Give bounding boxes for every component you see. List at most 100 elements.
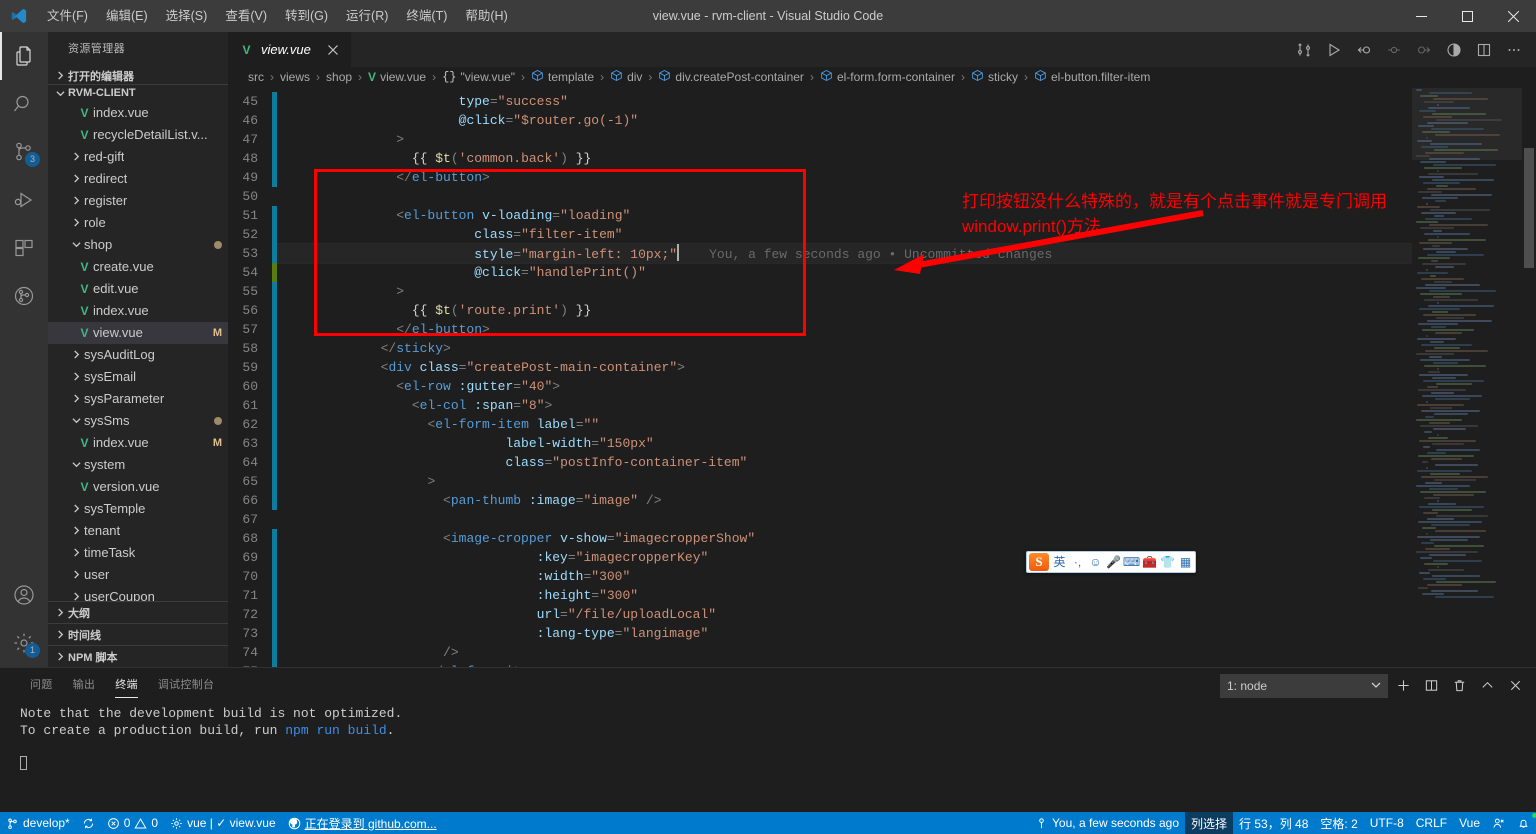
file-tree[interactable]: Vindex.vue VrecycleDetailList.v... red-gif…	[48, 102, 228, 601]
status-encoding[interactable]: UTF-8	[1364, 812, 1410, 834]
terminal-output[interactable]: Note that the development build is not o…	[0, 703, 1536, 812]
activity-account[interactable]	[0, 571, 48, 619]
close-icon[interactable]	[325, 42, 341, 58]
tree-item[interactable]: sysAuditLog	[48, 344, 228, 366]
code-line[interactable]: />	[277, 643, 1412, 662]
split-editor-icon[interactable]	[1470, 35, 1498, 65]
code-line[interactable]: </el-button>	[277, 168, 1412, 187]
code-line[interactable]: style="margin-left: 10px;" You, a few sec…	[277, 242, 1412, 264]
code-line[interactable]: <el-form-item label=""	[277, 415, 1412, 434]
activity-source-control[interactable]: 3	[0, 128, 48, 176]
status-notifications[interactable]	[1511, 812, 1536, 834]
code-line[interactable]: {{ $t('route.print') }}	[277, 301, 1412, 320]
status-problems[interactable]: 0 0	[101, 812, 164, 834]
ime-emoji-icon[interactable]: ☺	[1088, 555, 1103, 569]
code-line[interactable]: {{ $t('common.back') }}	[277, 149, 1412, 168]
tree-item[interactable]: Vindex.vue M	[48, 432, 228, 454]
activity-gitlens[interactable]	[0, 272, 48, 320]
menu-go[interactable]: 转到(G)	[276, 0, 337, 32]
ime-toolbar[interactable]: S 英 ·, ☺ 🎤 ⌨ 🧰 👕 ▦	[1026, 550, 1196, 573]
code-line[interactable]: <image-cropper v-show="imagecropperShow"	[277, 529, 1412, 548]
ime-keyboard-icon[interactable]: ⌨	[1123, 555, 1140, 569]
status-language-mode[interactable]: Vue	[1453, 812, 1486, 834]
status-eslint[interactable]: vue | ✓ view.vue	[164, 812, 282, 834]
code-line[interactable]: </el-form-item>	[277, 662, 1412, 667]
tree-item[interactable]: Vversion.vue	[48, 476, 228, 498]
section-npm-scripts[interactable]: NPM 脚本	[48, 645, 228, 667]
go-current-icon[interactable]	[1380, 35, 1408, 65]
tree-item[interactable]: redirect	[48, 168, 228, 190]
code-line[interactable]: </sticky>	[277, 339, 1412, 358]
tree-item[interactable]: sysTemple	[48, 498, 228, 520]
tab-output[interactable]: 输出	[63, 668, 106, 703]
activity-explorer[interactable]	[0, 32, 48, 80]
editor-vertical-scrollbar[interactable]	[1522, 87, 1536, 667]
section-timeline[interactable]: 时间线	[48, 623, 228, 645]
breadcrumb-item[interactable]: sticky	[969, 69, 1020, 85]
sogou-logo-icon[interactable]: S	[1029, 552, 1049, 571]
ime-menu-icon[interactable]: ▦	[1178, 555, 1193, 569]
ime-punct-icon[interactable]: ·,	[1070, 555, 1085, 569]
tree-item[interactable]: sysParameter	[48, 388, 228, 410]
code-editor[interactable]: 45 46 47 48 49 50 51 52 53 54 55 56 57 58 59 60 61 62 63 64…	[228, 87, 1536, 667]
tab-view-vue[interactable]: V view.vue	[228, 32, 352, 67]
tree-item[interactable]: VrecycleDetailList.v...	[48, 124, 228, 146]
ime-voice-icon[interactable]: 🎤	[1106, 555, 1121, 569]
activity-run-debug[interactable]	[0, 176, 48, 224]
tree-item[interactable]: Vindex.vue	[48, 300, 228, 322]
code-line[interactable]: >	[277, 130, 1412, 149]
code-line[interactable]: label-width="150px"	[277, 434, 1412, 453]
code-line[interactable]: class="filter-item"	[277, 225, 1412, 244]
split-terminal-icon[interactable]	[1418, 673, 1444, 699]
code-line[interactable]: class="postInfo-container-item"	[277, 453, 1412, 472]
code-line[interactable]: :height="300"	[277, 586, 1412, 605]
menu-bar[interactable]: 文件(F) 编辑(E) 选择(S) 查看(V) 转到(G) 运行(R) 终端(T…	[38, 0, 517, 32]
tree-item[interactable]: role	[48, 212, 228, 234]
run-play-icon[interactable]	[1320, 35, 1348, 65]
code-line[interactable]: <el-col :span="8">	[277, 396, 1412, 415]
minimize-button[interactable]	[1398, 0, 1444, 32]
code-line[interactable]: @click="$router.go(-1)"	[277, 111, 1412, 130]
breadcrumb-item[interactable]: div	[608, 69, 644, 85]
breadcrumb-item[interactable]: views	[278, 70, 312, 84]
status-line-column[interactable]: 行 53，列 48	[1233, 812, 1314, 834]
close-panel-icon[interactable]	[1502, 673, 1528, 699]
status-sync[interactable]	[76, 812, 101, 834]
menu-selection[interactable]: 选择(S)	[157, 0, 217, 32]
breadcrumb-item[interactable]: el-form.form-container	[818, 69, 957, 85]
code-line[interactable]: :width="300"	[277, 567, 1412, 586]
code-line[interactable]: <pan-thumb :image="image" />	[277, 491, 1412, 510]
ime-toolbox-icon[interactable]: 🧰	[1142, 555, 1157, 569]
section-outline[interactable]: 大纲	[48, 601, 228, 623]
tree-item[interactable]: Vedit.vue	[48, 278, 228, 300]
tree-item[interactable]: register	[48, 190, 228, 212]
code-line[interactable]: :lang-type="langimage"	[277, 624, 1412, 643]
go-forward-icon[interactable]	[1410, 35, 1438, 65]
code-line[interactable]: <el-row :gutter="40">	[277, 377, 1412, 396]
ime-skin-icon[interactable]: 👕	[1160, 555, 1175, 569]
go-back-icon[interactable]	[1350, 35, 1378, 65]
status-indentation[interactable]: 空格: 2	[1314, 812, 1363, 834]
activity-search[interactable]	[0, 80, 48, 128]
status-branch[interactable]: develop*	[0, 812, 76, 834]
tab-terminal[interactable]: 终端	[105, 668, 148, 703]
terminal-prompt-line[interactable]	[20, 756, 1536, 773]
tree-item[interactable]: Vcreate.vue	[48, 256, 228, 278]
code-line[interactable]	[277, 510, 1412, 529]
activity-settings[interactable]: 1	[0, 619, 48, 667]
breadcrumb-item[interactable]: Vview.vue	[366, 70, 428, 84]
close-button[interactable]	[1490, 0, 1536, 32]
code-line[interactable]: </el-button>	[277, 320, 1412, 339]
minimap[interactable]	[1412, 87, 1522, 667]
terminal-selector[interactable]: 1: node	[1220, 673, 1388, 698]
status-feedback[interactable]	[1486, 812, 1511, 834]
coverage-icon[interactable]	[1440, 35, 1468, 65]
tree-item[interactable]: sysSms	[48, 410, 228, 432]
menu-file[interactable]: 文件(F)	[38, 0, 97, 32]
tree-item[interactable]: timeTask	[48, 542, 228, 564]
code-content[interactable]: type="success" @click="$router.go(-1)" >…	[277, 88, 1412, 667]
menu-terminal[interactable]: 终端(T)	[397, 0, 456, 32]
code-line[interactable]: type="success"	[277, 92, 1412, 111]
window-controls[interactable]	[1398, 0, 1536, 32]
breadcrumb-item[interactable]: el-button.filter-item	[1032, 69, 1152, 85]
